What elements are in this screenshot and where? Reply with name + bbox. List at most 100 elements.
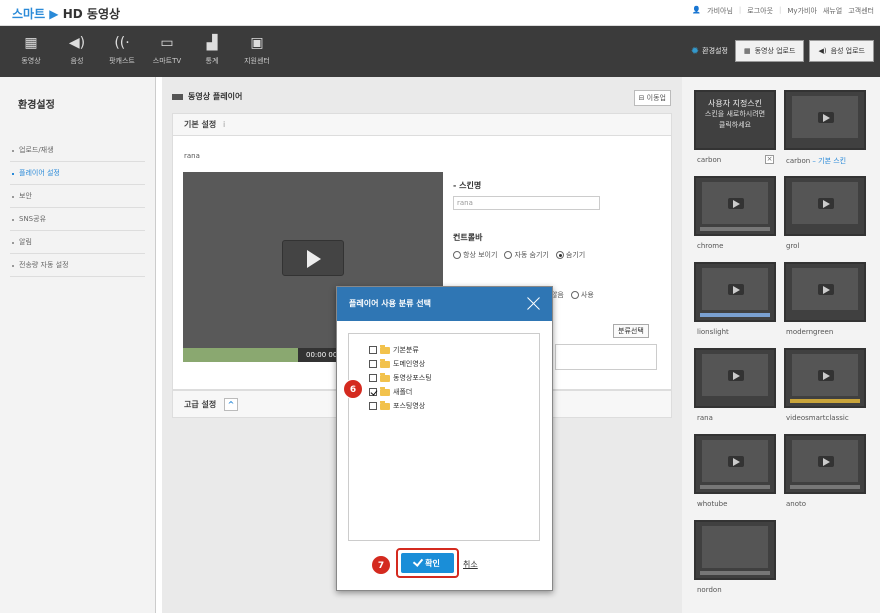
skin-thumb-chrome[interactable] xyxy=(694,176,776,236)
step-badge: 7 xyxy=(371,555,391,575)
checkbox[interactable] xyxy=(369,346,377,354)
folder-icon xyxy=(380,372,390,382)
step-badge: 6 xyxy=(343,379,363,399)
manual-link[interactable]: 새뉴얼 xyxy=(823,6,842,16)
skin-label: whotube xyxy=(697,500,728,508)
title-marker-icon xyxy=(172,93,183,100)
checkbox[interactable] xyxy=(369,360,377,368)
confirm-button[interactable]: 확인 xyxy=(401,553,454,573)
sidebar-item-traffic-auto[interactable]: 전송량 자동 설정 xyxy=(10,254,145,277)
cancel-link[interactable]: 취소 xyxy=(463,559,478,570)
move-icon: ⊟ xyxy=(638,94,645,102)
skin-thumb-anoto[interactable] xyxy=(784,434,866,494)
confirm-highlight: 확인 xyxy=(396,548,459,578)
nav-item-video[interactable]: ▦ 동영상 xyxy=(13,34,49,66)
skin-thumb-lionslight[interactable] xyxy=(694,262,776,322)
nav-label: 지원센터 xyxy=(244,57,270,65)
play-icon xyxy=(818,456,834,467)
folder-item[interactable]: 포스팅영상 xyxy=(369,400,425,411)
nav-label: 스마트TV xyxy=(152,57,182,65)
nav-item-audio[interactable]: ◀) 음성 xyxy=(59,34,95,66)
folder-icon xyxy=(380,386,390,396)
user-name: 가비아님 xyxy=(707,7,733,15)
sidebar-item-notifications[interactable]: 알림 xyxy=(10,231,145,254)
logo[interactable]: 스마트 ▶ HD 동영상 xyxy=(12,5,120,22)
checkbox-checked[interactable] xyxy=(369,388,377,396)
top-bar: 스마트 ▶ HD 동영상 👤 가비아님 | 로그아웃 | My가비아 새뉴얼 고… xyxy=(0,0,880,26)
skin-thumb-whotube[interactable] xyxy=(694,434,776,494)
support-link[interactable]: 고객센터 xyxy=(848,6,874,16)
custom-skin-title: 사용자 지정스킨 xyxy=(707,99,763,108)
logout-link[interactable]: 로그아웃 xyxy=(747,6,773,16)
logo-part2: HD 동영상 xyxy=(62,7,121,21)
advanced-settings-title: 고급 설정 xyxy=(184,400,217,409)
move-up-button[interactable]: ⊟ 이동업 xyxy=(633,90,671,106)
settings-link[interactable]: ✹ 환경설정 xyxy=(691,46,728,57)
category-select-button[interactable]: 분류선택 xyxy=(613,324,649,338)
folder-label: 새폴더 xyxy=(393,388,413,396)
nav-item-support[interactable]: ▣ 지원센터 xyxy=(239,34,275,66)
category-box xyxy=(555,344,657,370)
skin-thumb-grol[interactable] xyxy=(784,176,866,236)
upload-audio-label: 음성 업로드 xyxy=(830,47,865,55)
skin-thumb-nordon[interactable] xyxy=(694,520,776,580)
play-icon xyxy=(728,284,744,295)
sidebar-item-player-settings[interactable]: 플레이어 설정 xyxy=(10,162,145,185)
folder-item[interactable]: 기본분류 xyxy=(369,344,419,355)
folder-icon xyxy=(380,358,390,368)
radio-label: 항상 보이기 xyxy=(463,251,498,259)
folder-item[interactable]: 동영상포스팅 xyxy=(369,372,432,383)
dialog-title: 플레이어 사용 분류 선택 xyxy=(349,299,431,308)
folder-item[interactable]: 도메인영상 xyxy=(369,358,425,369)
film-icon: ▦ xyxy=(743,47,751,55)
checkbox[interactable] xyxy=(369,402,377,410)
skin-thumb-carbon[interactable] xyxy=(784,90,866,150)
main-nav: ▦ 동영상 ◀) 음성 ((· 팟캐스트 ▭ 스마트TV ▟ 통계 ▣ 지원센터… xyxy=(0,26,880,77)
skin-label: moderngreen xyxy=(786,328,834,336)
sidebar-item-security[interactable]: 보안 xyxy=(10,185,145,208)
logo-part1: 스마트 xyxy=(12,7,46,21)
close-icon[interactable]: × xyxy=(765,155,774,164)
folder-icon xyxy=(380,344,390,354)
radio-always-show[interactable]: 항상 보이기 xyxy=(453,250,497,260)
radio-use[interactable]: 사용 xyxy=(570,290,594,300)
play-icon xyxy=(818,112,834,123)
skin-thumb-carbon-custom[interactable]: 사용자 지정스킨 스킨을 새로하시려면 클릭하세요 xyxy=(694,90,776,150)
nav-right: ✹ 환경설정 ▦ 동영상 업로드 ◀) 음성 업로드 xyxy=(691,40,874,62)
play-icon xyxy=(728,198,744,209)
speaker-icon: ◀) xyxy=(818,47,827,55)
skin-name: carbon xyxy=(786,157,811,165)
nav-label: 음성 xyxy=(70,57,84,65)
nav-item-smarttv[interactable]: ▭ 스마트TV xyxy=(149,34,185,66)
folder-item[interactable]: 새폴더 xyxy=(369,386,413,397)
info-icon[interactable]: i xyxy=(223,120,225,129)
page-title-text: 동영상 플레이어 xyxy=(188,92,243,101)
radio-auto-hide[interactable]: 자동 숨기기 xyxy=(504,250,549,260)
upload-video-button[interactable]: ▦ 동영상 업로드 xyxy=(734,40,805,62)
sidebar-item-sns-share[interactable]: SNS공유 xyxy=(10,208,145,231)
nav-item-podcast[interactable]: ((· 팟캐스트 xyxy=(104,34,140,66)
nav-item-stats[interactable]: ▟ 통계 xyxy=(194,34,230,66)
radio-hide[interactable]: 숨기기 xyxy=(555,250,585,260)
check-icon xyxy=(412,556,424,567)
skin-thumb-rana[interactable] xyxy=(694,348,776,408)
checkbox[interactable] xyxy=(369,374,377,382)
mygabia-link[interactable]: My가비아 xyxy=(787,6,817,16)
play-icon xyxy=(728,456,744,467)
sidebar-item-upload-playback[interactable]: 업로드/재생 xyxy=(10,139,145,162)
skin-thumb-videosmartclassic[interactable] xyxy=(784,348,866,408)
default-skin-note: – 기본 스킨 xyxy=(810,157,847,165)
tv-icon: ▭ xyxy=(160,35,174,51)
play-icon[interactable] xyxy=(282,240,344,276)
folder-tree: 기본분류 도메인영상 동영상포스팅 새폴더 포스팅영상 xyxy=(348,333,540,541)
radio-icon xyxy=(453,251,461,259)
skin-label: chrome xyxy=(697,242,724,250)
player-time: 00:00 00 xyxy=(306,351,338,359)
speaker-icon: ◀) xyxy=(68,35,86,51)
chevron-up-icon[interactable]: ^ xyxy=(224,398,239,411)
skin-thumb-moderngreen[interactable] xyxy=(784,262,866,322)
folder-label: 동영상포스팅 xyxy=(393,374,432,382)
close-icon[interactable] xyxy=(527,296,541,310)
upload-audio-button[interactable]: ◀) 음성 업로드 xyxy=(809,40,874,62)
skin-name-field[interactable]: rana xyxy=(453,196,600,210)
